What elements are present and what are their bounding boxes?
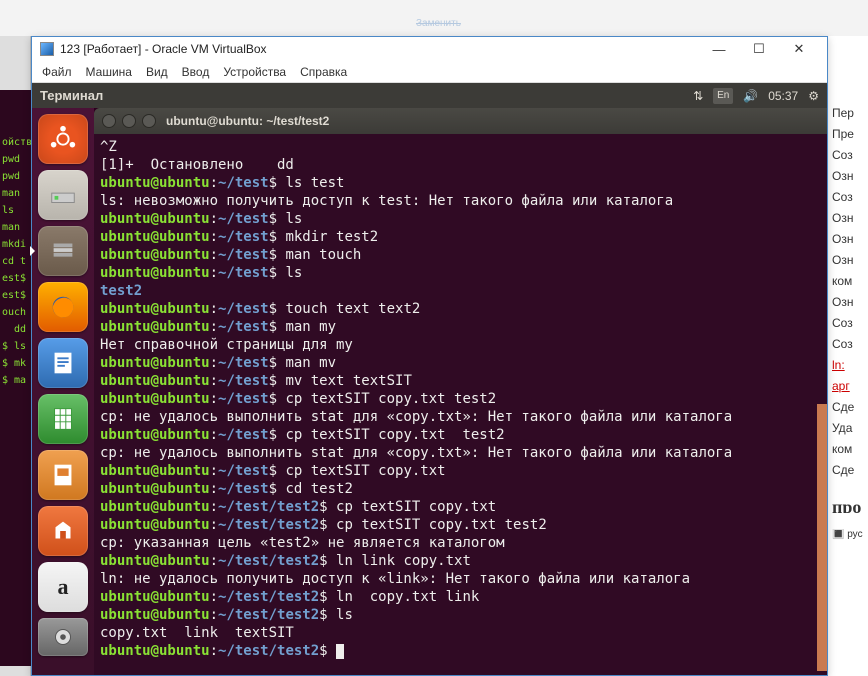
ubuntu-software-icon[interactable] [38,506,88,556]
network-indicator[interactable]: ⇅ [693,89,703,103]
doc-right-line: Озн [832,211,864,227]
vbox-menu-машина[interactable]: Машина [86,65,132,79]
doc-right-line: ком [832,442,864,458]
terminal-minimize-button[interactable] [122,114,136,128]
ubuntu-desktop: a ubuntu@ubuntu: ~/test/test2 ^Z [1]+ Ос… [32,108,827,675]
terminal-maximize-button[interactable] [142,114,156,128]
doc-right-line: арг [832,379,864,395]
virtualbox-menubar: Файл Машина Вид Ввод Устройства Справка [32,61,827,83]
doc-right-line: Соз [832,337,864,353]
vbox-menu-вид[interactable]: Вид [146,65,168,79]
close-button[interactable]: ✕ [779,39,819,59]
amazon-icon[interactable]: a [38,562,88,612]
terminal-title-text: ubuntu@ubuntu: ~/test/test2 [166,114,329,128]
virtualbox-title-text: 123 [Работает] - Oracle VM VirtualBox [60,42,267,56]
virtualbox-titlebar[interactable]: 123 [Работает] - Oracle VM VirtualBox — … [32,37,827,61]
settings-gear-icon[interactable]: ⚙ [808,89,819,103]
unity-launcher: a [32,108,94,675]
doc-right-heading: про [832,497,864,513]
doc-right-line: Соз [832,148,864,164]
doc-right-line: Озн [832,295,864,311]
background-terminal-sliver: ойствpwdpwdmanlsmanmkdicd test$est$ouch … [0,90,31,666]
minimize-button[interactable]: — [699,39,739,59]
vbox-menu-устройства[interactable]: Устройства [223,65,286,79]
doc-right-line: Пре [832,127,864,143]
maximize-button[interactable]: ☐ [739,39,779,59]
sound-indicator[interactable]: 🔊 [743,89,758,103]
libreoffice-calc-icon[interactable] [38,394,88,444]
ubuntu-topbar-title: Терминал [40,88,103,103]
doc-right-line: Соз [832,316,864,332]
vbox-menu-ввод[interactable]: Ввод [182,65,210,79]
removable-drive-icon[interactable] [38,170,88,220]
ubuntu-topbar: Терминал ⇅ En 🔊 05:37 ⚙ [32,83,827,108]
doc-right-line: Сде [832,463,864,479]
terminal-close-button[interactable] [102,114,116,128]
vbox-menu-файл[interactable]: Файл [42,65,72,79]
doc-right-lang: 🔳 рус [832,529,864,545]
firefox-icon[interactable] [38,282,88,332]
doc-right-line: ком [832,274,864,290]
virtualbox-window: 123 [Работает] - Oracle VM VirtualBox — … [31,36,828,676]
doc-right-line: Пер [832,106,864,122]
libreoffice-writer-icon[interactable] [38,338,88,388]
files-icon[interactable] [38,226,88,276]
virtualbox-icon [40,42,54,56]
document-right-text: Пер Пре Соз Озн Соз Озн Озн Озн ком Озн Соз Соз ln: а… [828,36,868,676]
doc-right-line: Уда [832,421,864,437]
doc-right-line: Озн [832,253,864,269]
doc-right-line: Озн [832,169,864,185]
libreoffice-impress-icon[interactable] [38,450,88,500]
terminal-window: ubuntu@ubuntu: ~/test/test2 ^Z [1]+ Оста… [94,108,827,675]
system-settings-icon[interactable] [38,618,88,656]
doc-right-line: Сде [832,400,864,416]
dash-icon[interactable] [38,114,88,164]
terminal-titlebar[interactable]: ubuntu@ubuntu: ~/test/test2 [94,108,827,134]
terminal-output[interactable]: ^Z [1]+ Остановлено dd ubuntu@ubuntu:~/t… [94,134,827,675]
doc-right-line: ln: [832,358,864,374]
doc-right-line: Озн [832,232,864,248]
clock[interactable]: 05:37 [768,89,798,103]
keyboard-layout-indicator[interactable]: En [713,88,733,104]
doc-right-line: Соз [832,190,864,206]
vbox-menu-справка[interactable]: Справка [300,65,347,79]
